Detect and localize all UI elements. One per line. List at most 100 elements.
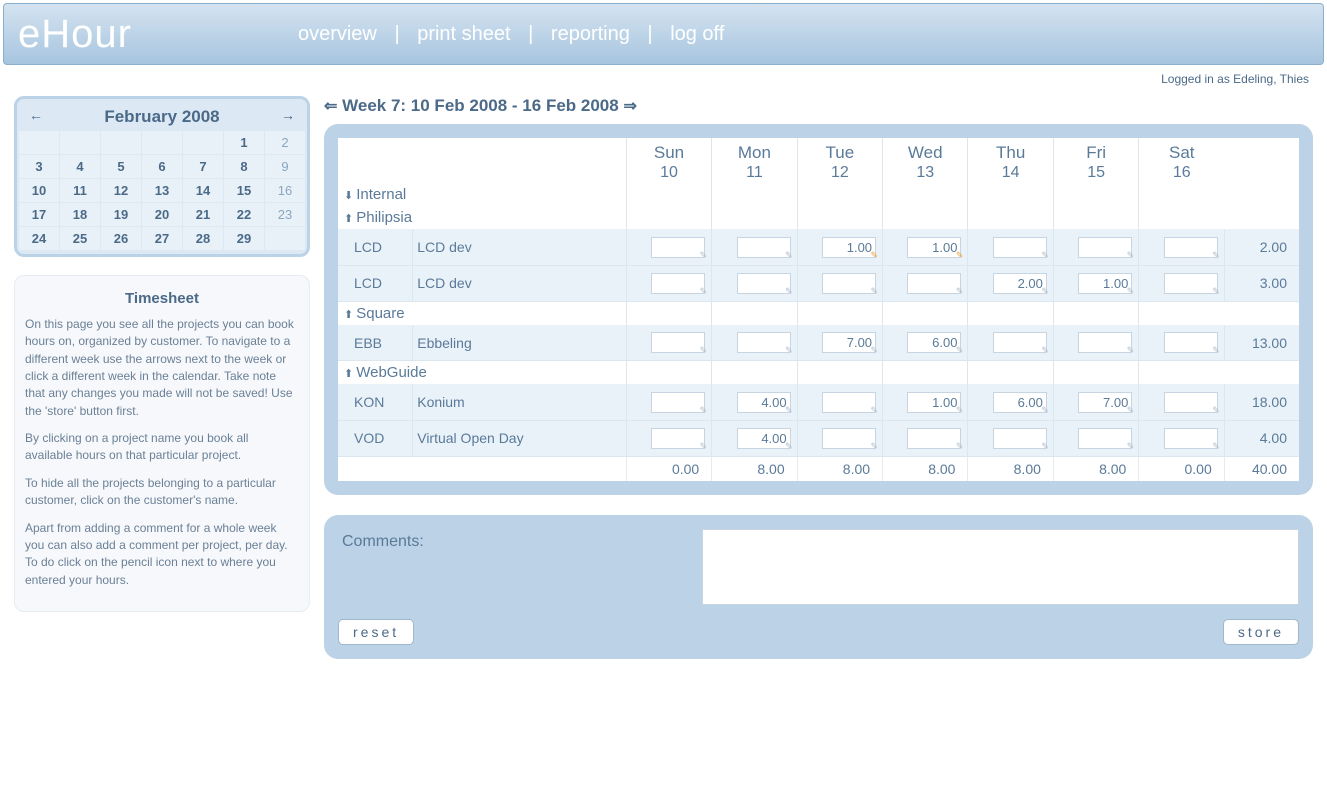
- calendar-day[interactable]: 17: [19, 203, 59, 226]
- comments-input[interactable]: [702, 529, 1299, 605]
- calendar-day[interactable]: 6: [142, 155, 182, 178]
- hours-input[interactable]: [1164, 273, 1218, 294]
- hours-input[interactable]: [651, 392, 705, 413]
- hours-input[interactable]: [993, 392, 1047, 413]
- group-toggle[interactable]: ⬇Internal: [338, 183, 626, 206]
- pencil-icon[interactable]: ✎: [1041, 441, 1049, 452]
- calendar-day[interactable]: 4: [60, 155, 100, 178]
- hours-input[interactable]: [737, 428, 791, 449]
- project-name[interactable]: Konium: [413, 384, 627, 420]
- nav-reporting[interactable]: reporting: [551, 23, 630, 45]
- hours-input[interactable]: [907, 273, 961, 294]
- hours-input[interactable]: [737, 273, 791, 294]
- hours-input[interactable]: [907, 428, 961, 449]
- hours-input[interactable]: [907, 332, 961, 353]
- pencil-icon[interactable]: ✎: [871, 250, 879, 261]
- nav-logoff[interactable]: log off: [670, 23, 724, 45]
- calendar-day[interactable]: 29: [224, 227, 264, 250]
- calendar-day[interactable]: 14: [183, 179, 223, 202]
- store-button[interactable]: store: [1223, 619, 1299, 645]
- hours-input[interactable]: [1164, 332, 1218, 353]
- group-toggle[interactable]: ⬆Square: [338, 301, 626, 325]
- hours-input[interactable]: [1078, 392, 1132, 413]
- calendar-day[interactable]: 13: [142, 179, 182, 202]
- hours-input[interactable]: [651, 428, 705, 449]
- calendar-day[interactable]: 27: [142, 227, 182, 250]
- hours-input[interactable]: [993, 428, 1047, 449]
- calendar-day[interactable]: 28: [183, 227, 223, 250]
- calendar-day[interactable]: 1: [224, 131, 264, 154]
- calendar-day[interactable]: 26: [101, 227, 141, 250]
- pencil-icon[interactable]: ✎: [956, 250, 964, 261]
- pencil-icon[interactable]: ✎: [700, 250, 708, 261]
- pencil-icon[interactable]: ✎: [1127, 441, 1135, 452]
- hours-input[interactable]: [651, 332, 705, 353]
- pencil-icon[interactable]: ✎: [956, 286, 964, 297]
- hours-input[interactable]: [651, 273, 705, 294]
- calendar-day[interactable]: 18: [60, 203, 100, 226]
- pencil-icon[interactable]: ✎: [785, 405, 793, 416]
- group-toggle[interactable]: ⬆WebGuide: [338, 361, 626, 385]
- calendar-day[interactable]: 5: [101, 155, 141, 178]
- group-toggle[interactable]: ⬆Philipsia: [338, 206, 626, 229]
- calendar-day[interactable]: 19: [101, 203, 141, 226]
- pencil-icon[interactable]: ✎: [1041, 345, 1049, 356]
- calendar-day[interactable]: 7: [183, 155, 223, 178]
- hours-input[interactable]: [737, 332, 791, 353]
- calendar-day[interactable]: 12: [101, 179, 141, 202]
- calendar-day[interactable]: 25: [60, 227, 100, 250]
- calendar-day[interactable]: 24: [19, 227, 59, 250]
- pencil-icon[interactable]: ✎: [871, 345, 879, 356]
- hours-input[interactable]: [822, 237, 876, 258]
- calendar-day[interactable]: 2: [265, 131, 305, 154]
- calendar-day[interactable]: 23: [265, 203, 305, 226]
- calendar-day[interactable]: 20: [142, 203, 182, 226]
- hours-input[interactable]: [1164, 428, 1218, 449]
- pencil-icon[interactable]: ✎: [1041, 405, 1049, 416]
- pencil-icon[interactable]: ✎: [871, 441, 879, 452]
- pencil-icon[interactable]: ✎: [1127, 405, 1135, 416]
- hours-input[interactable]: [907, 237, 961, 258]
- pencil-icon[interactable]: ✎: [700, 405, 708, 416]
- project-name[interactable]: LCD dev: [413, 265, 627, 301]
- hours-input[interactable]: [1078, 428, 1132, 449]
- pencil-icon[interactable]: ✎: [871, 405, 879, 416]
- hours-input[interactable]: [907, 392, 961, 413]
- pencil-icon[interactable]: ✎: [871, 286, 879, 297]
- hours-input[interactable]: [993, 237, 1047, 258]
- reset-button[interactable]: reset: [338, 619, 414, 645]
- hours-input[interactable]: [737, 392, 791, 413]
- pencil-icon[interactable]: ✎: [1127, 250, 1135, 261]
- pencil-icon[interactable]: ✎: [700, 441, 708, 452]
- hours-input[interactable]: [651, 237, 705, 258]
- hours-input[interactable]: [737, 237, 791, 258]
- pencil-icon[interactable]: ✎: [1212, 286, 1220, 297]
- hours-input[interactable]: [822, 392, 876, 413]
- pencil-icon[interactable]: ✎: [1041, 250, 1049, 261]
- hours-input[interactable]: [822, 428, 876, 449]
- week-prev-icon[interactable]: ⇐: [324, 98, 337, 115]
- calendar-day[interactable]: 22: [224, 203, 264, 226]
- pencil-icon[interactable]: ✎: [1041, 286, 1049, 297]
- pencil-icon[interactable]: ✎: [1212, 405, 1220, 416]
- calendar-day[interactable]: 9: [265, 155, 305, 178]
- week-next-icon[interactable]: ⇒: [623, 98, 636, 115]
- project-name[interactable]: Ebbeling: [413, 325, 627, 361]
- calendar-day[interactable]: 21: [183, 203, 223, 226]
- hours-input[interactable]: [1078, 332, 1132, 353]
- pencil-icon[interactable]: ✎: [785, 441, 793, 452]
- hours-input[interactable]: [993, 332, 1047, 353]
- nav-print-sheet[interactable]: print sheet: [417, 23, 510, 45]
- project-name[interactable]: LCD dev: [413, 229, 627, 265]
- pencil-icon[interactable]: ✎: [956, 405, 964, 416]
- pencil-icon[interactable]: ✎: [1212, 441, 1220, 452]
- calendar-prev-icon[interactable]: ←: [29, 107, 43, 123]
- pencil-icon[interactable]: ✎: [1127, 345, 1135, 356]
- pencil-icon[interactable]: ✎: [785, 345, 793, 356]
- hours-input[interactable]: [1164, 392, 1218, 413]
- hours-input[interactable]: [822, 273, 876, 294]
- calendar-day[interactable]: 16: [265, 179, 305, 202]
- pencil-icon[interactable]: ✎: [956, 441, 964, 452]
- calendar-day[interactable]: 10: [19, 179, 59, 202]
- hours-input[interactable]: [822, 332, 876, 353]
